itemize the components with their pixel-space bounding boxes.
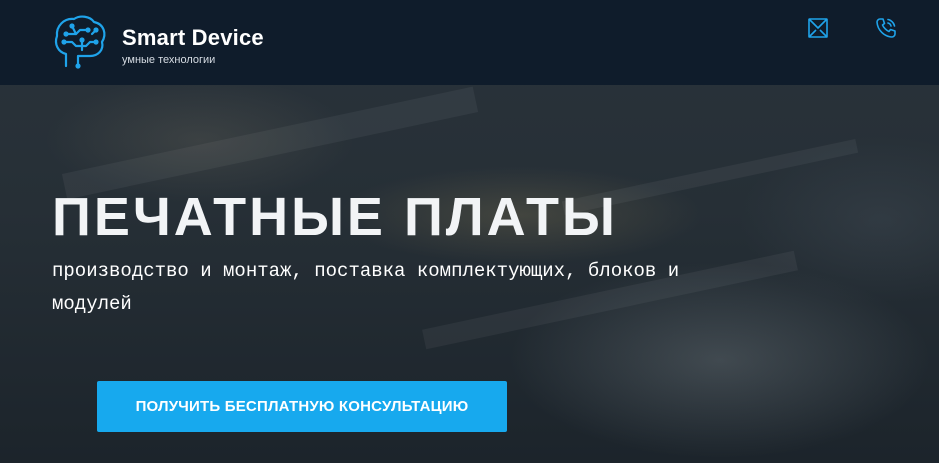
- hero-subtitle: производство и монтаж, поставка комплект…: [52, 260, 680, 315]
- brand-name[interactable]: Smart Device: [122, 25, 264, 51]
- free-consultation-button[interactable]: ПОЛУЧИТЬ БЕСПЛАТНУЮ КОНСУЛЬТАЦИЮ: [97, 381, 507, 432]
- phone-icon[interactable]: [874, 16, 898, 40]
- mail-icon[interactable]: [806, 16, 830, 40]
- brand-tagline: умные технологии: [122, 54, 216, 66]
- site-header: Smart Device умные технологии: [0, 0, 939, 85]
- brain-circuit-logo-icon[interactable]: [52, 14, 108, 72]
- hero-title: ПЕЧАТНЫЕ ПЛАТЫ: [52, 187, 618, 247]
